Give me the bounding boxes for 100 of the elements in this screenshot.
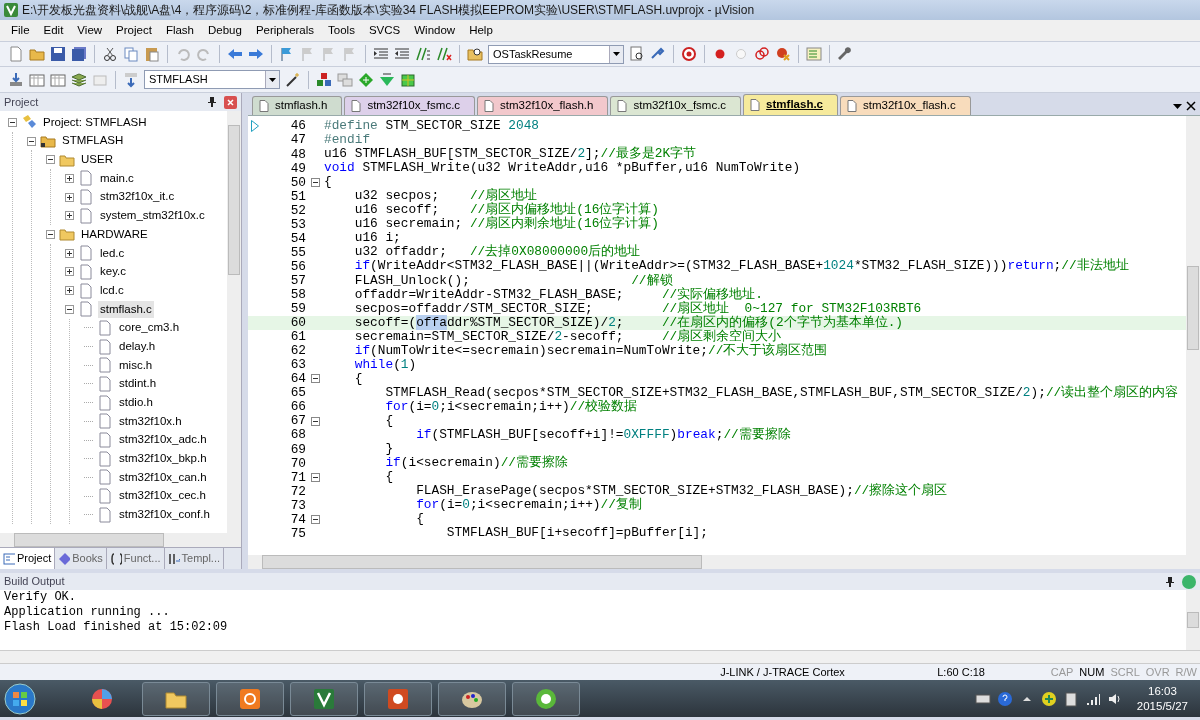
- editor-tab[interactable]: stm32f10x_flash.h: [477, 96, 609, 115]
- document-search-icon[interactable]: [629, 46, 645, 62]
- menu-item[interactable]: SVCS: [361, 21, 408, 40]
- debug-start-icon[interactable]: [681, 46, 697, 62]
- help-icon[interactable]: [996, 690, 1013, 707]
- tree-item[interactable]: stdint.h: [117, 375, 159, 393]
- tree-item[interactable]: stm32f10x_it.c: [98, 188, 177, 206]
- down-arrow-icon[interactable]: [379, 71, 395, 88]
- tree-item[interactable]: Project: STMFLASH: [41, 113, 149, 131]
- tree-item[interactable]: key.c: [98, 263, 128, 281]
- tree-item[interactable]: led.c: [98, 244, 127, 262]
- close-icon[interactable]: [1186, 101, 1196, 111]
- collapse-icon[interactable]: [310, 374, 320, 384]
- collapse-icon[interactable]: [310, 514, 320, 524]
- tree-item[interactable]: stm32f10x_cec.h: [117, 487, 208, 505]
- hollow-dot-icon[interactable]: [733, 46, 749, 62]
- clipboard-icon[interactable]: [144, 46, 160, 62]
- expand-icon[interactable]: [65, 248, 74, 258]
- horizontal-scrollbar[interactable]: [0, 650, 1200, 663]
- back-arrow-icon[interactable]: [227, 46, 243, 62]
- horizontal-scrollbar[interactable]: [248, 555, 1200, 569]
- tree-item[interactable]: main.c: [98, 169, 136, 188]
- download-icon[interactable]: [8, 71, 24, 88]
- save-icon[interactable]: [50, 46, 66, 62]
- stack-icon[interactable]: [71, 71, 87, 88]
- editor-tab[interactable]: stmflash.c: [743, 94, 838, 115]
- tree-item[interactable]: delay.h: [117, 337, 158, 356]
- taskbar-button[interactable]: [364, 681, 432, 716]
- collapse-icon[interactable]: [46, 155, 55, 165]
- panel-tab[interactable]: Templ...: [164, 548, 225, 569]
- vertical-scrollbar[interactable]: [1186, 116, 1200, 555]
- clock-time[interactable]: 16:03: [1148, 683, 1177, 699]
- menu-item[interactable]: Window: [407, 21, 463, 40]
- collapse-icon[interactable]: [46, 229, 55, 239]
- taskbar-button[interactable]: [290, 681, 358, 716]
- menu-item[interactable]: Peripherals: [248, 21, 322, 40]
- tree-item[interactable]: stmflash.c: [98, 300, 154, 318]
- tree-item[interactable]: stm32f10x_conf.h: [117, 506, 212, 524]
- menu-item[interactable]: View: [70, 21, 110, 40]
- menu-item[interactable]: Debug: [201, 21, 249, 40]
- expand-icon[interactable]: [65, 192, 74, 202]
- pin-icon[interactable]: [1166, 576, 1174, 587]
- taskbar-button[interactable]: [216, 681, 284, 716]
- plus-icon[interactable]: [1040, 690, 1057, 707]
- forward-arrow-icon[interactable]: [248, 46, 264, 62]
- collapse-icon[interactable]: [65, 304, 74, 314]
- target-combo[interactable]: STMFLASH: [144, 70, 280, 89]
- wrench-icon[interactable]: [837, 46, 853, 62]
- tree-item[interactable]: USER: [79, 151, 115, 169]
- collapse-icon[interactable]: [310, 472, 320, 482]
- start-button-icon[interactable]: [4, 682, 36, 715]
- boxes-icon[interactable]: [400, 71, 416, 88]
- load-icon[interactable]: [123, 71, 139, 88]
- pin-icon[interactable]: [208, 97, 216, 107]
- tree-item[interactable]: stm32f10x_bkp.h: [117, 450, 209, 468]
- expand-icon[interactable]: [65, 286, 74, 296]
- indent-icon[interactable]: [373, 46, 389, 62]
- taskbar-button[interactable]: [438, 681, 506, 716]
- taskbar-button[interactable]: [512, 681, 580, 716]
- function-combo[interactable]: OSTaskResume: [488, 44, 624, 64]
- tree-item[interactable]: STMFLASH: [60, 132, 126, 150]
- collapse-icon[interactable]: [310, 416, 320, 426]
- dropdown-arrow-icon[interactable]: [1173, 104, 1182, 109]
- menu-item[interactable]: Project: [109, 21, 159, 40]
- panel-tab[interactable]: Project: [0, 548, 56, 569]
- collapse-icon[interactable]: [8, 117, 17, 127]
- save-all-icon[interactable]: [71, 46, 87, 62]
- tree-item[interactable]: core_cm3.h: [117, 319, 182, 337]
- expand-icon[interactable]: [65, 211, 74, 221]
- tree-item[interactable]: HARDWARE: [79, 225, 150, 244]
- tree-item[interactable]: stdio.h: [117, 394, 155, 412]
- tree-item[interactable]: stm32f10x.h: [117, 412, 184, 430]
- vertical-scrollbar[interactable]: [227, 111, 241, 533]
- menu-item[interactable]: Help: [462, 21, 500, 40]
- rings-icon[interactable]: [754, 46, 770, 62]
- uncomment-icon[interactable]: [436, 46, 452, 62]
- horizontal-scrollbar[interactable]: [0, 533, 241, 547]
- expand-icon[interactable]: [65, 267, 74, 277]
- dot-cross-icon[interactable]: [775, 46, 791, 62]
- comment-icon[interactable]: [415, 46, 431, 62]
- collapse-icon[interactable]: [27, 136, 36, 146]
- editor-tab[interactable]: stmflash.h: [252, 96, 343, 115]
- menu-item[interactable]: File: [4, 21, 37, 40]
- folder-icon[interactable]: [29, 46, 45, 62]
- editor-tab[interactable]: stm32f10x_fsmc.c: [344, 96, 476, 115]
- outdent-icon[interactable]: [394, 46, 410, 62]
- blocks-icon[interactable]: [316, 71, 332, 88]
- magic-wand-icon[interactable]: [285, 71, 301, 88]
- panel-tab[interactable]: Funct...: [106, 548, 165, 569]
- tree-item[interactable]: misc.h: [117, 356, 155, 374]
- tree-item[interactable]: lcd.c: [98, 281, 126, 300]
- diamond-plus-icon[interactable]: [358, 71, 374, 88]
- tree-item[interactable]: stm32f10x_can.h: [117, 468, 209, 487]
- expand-icon[interactable]: [65, 173, 74, 183]
- tree-item[interactable]: stm32f10x_adc.h: [117, 431, 209, 449]
- panel-tab[interactable]: Books: [55, 548, 107, 569]
- find-in-files-icon[interactable]: [467, 46, 483, 62]
- menu-item[interactable]: Flash: [158, 21, 201, 40]
- taskbar-button[interactable]: [142, 681, 210, 716]
- collapse-icon[interactable]: [310, 177, 320, 187]
